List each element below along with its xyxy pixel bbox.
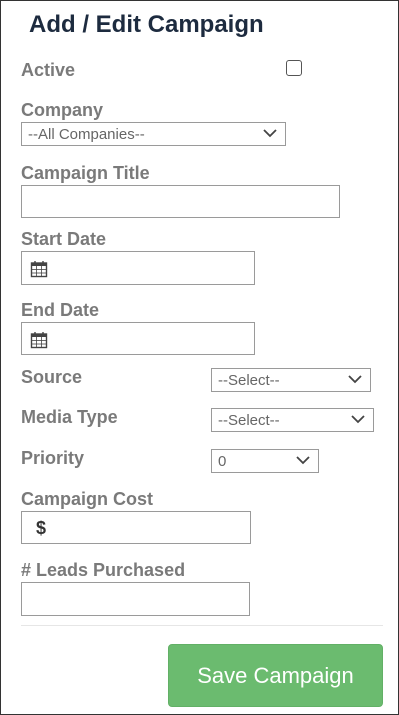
company-select-value: --All Companies-- bbox=[28, 126, 145, 143]
chevron-down-icon bbox=[263, 129, 277, 138]
campaign-title-label: Campaign Title bbox=[21, 163, 150, 183]
priority-label: Priority bbox=[21, 448, 85, 468]
leads-purchased-input[interactable] bbox=[21, 582, 250, 616]
company-label: Company bbox=[21, 100, 104, 120]
media-type-select[interactable]: --Select-- bbox=[211, 408, 374, 432]
active-checkbox[interactable] bbox=[286, 60, 302, 76]
company-select[interactable]: --All Companies-- bbox=[21, 122, 286, 146]
calendar-icon[interactable] bbox=[30, 331, 48, 349]
leads-purchased-label: # Leads Purchased bbox=[21, 560, 186, 580]
campaign-title-input[interactable] bbox=[21, 185, 340, 218]
divider bbox=[21, 625, 383, 626]
media-type-label: Media Type bbox=[21, 407, 118, 427]
currency-symbol: $ bbox=[36, 518, 47, 538]
start-date-label: Start Date bbox=[21, 229, 107, 249]
campaign-form-panel: Add / Edit Campaign Active Company --All… bbox=[0, 0, 399, 715]
chevron-down-icon bbox=[296, 456, 310, 465]
priority-select-value: 0 bbox=[218, 453, 227, 470]
campaign-cost-label: Campaign Cost bbox=[21, 489, 154, 509]
campaign-cost-input[interactable]: $ bbox=[21, 511, 251, 544]
chevron-down-icon bbox=[348, 375, 362, 384]
end-date-label: End Date bbox=[21, 300, 100, 320]
media-type-select-value: --Select-- bbox=[218, 412, 280, 429]
calendar-icon[interactable] bbox=[30, 260, 48, 278]
source-select[interactable]: --Select-- bbox=[211, 368, 371, 392]
save-campaign-button[interactable]: Save Campaign bbox=[168, 644, 383, 707]
priority-select[interactable]: 0 bbox=[211, 449, 319, 473]
source-label: Source bbox=[21, 367, 83, 387]
active-label: Active bbox=[21, 60, 76, 80]
end-date-input[interactable] bbox=[21, 322, 255, 355]
start-date-input[interactable] bbox=[21, 251, 255, 285]
page-title: Add / Edit Campaign bbox=[29, 11, 264, 38]
chevron-down-icon bbox=[351, 415, 365, 424]
source-select-value: --Select-- bbox=[218, 372, 280, 389]
